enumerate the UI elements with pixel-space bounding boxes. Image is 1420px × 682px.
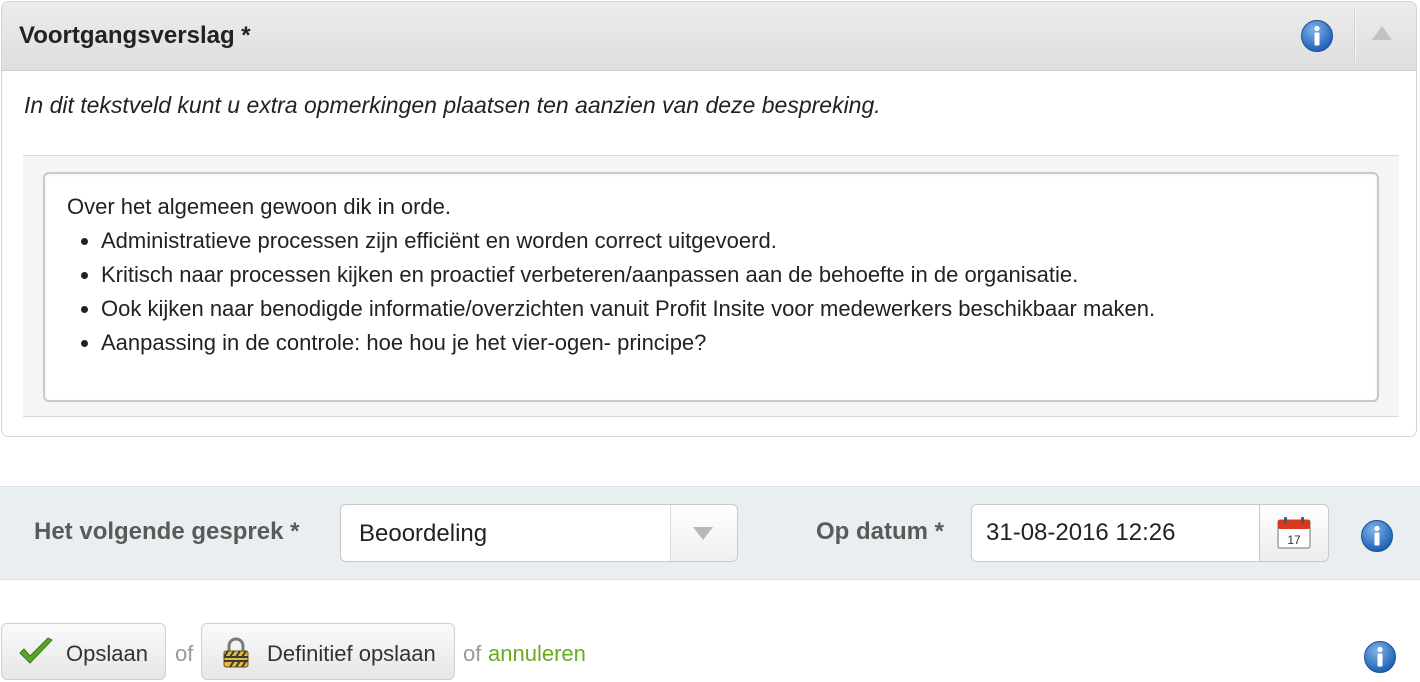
next-conversation-label: Het volgende gesprek * — [34, 518, 300, 545]
calendar-icon: 17 — [1277, 517, 1311, 549]
info-icon[interactable] — [1300, 19, 1334, 53]
editor-bullet: Administratieve processen zijn efficiënt… — [101, 228, 1355, 254]
save-button[interactable]: Opslaan — [1, 623, 166, 680]
cancel-link[interactable]: annuleren — [488, 641, 586, 667]
panel-description: In dit tekstveld kunt u extra opmerkinge… — [24, 92, 881, 118]
info-icon[interactable] — [1360, 519, 1394, 553]
panel-header: Voortgangsverslag * — [2, 2, 1416, 71]
next-conversation-select[interactable]: Beoordeling — [340, 504, 738, 562]
date-input[interactable] — [971, 504, 1259, 562]
editor-wrapper: Over het algemeen gewoon dik in orde. Ad… — [23, 155, 1399, 417]
checkmark-icon — [18, 637, 54, 673]
or-text: of — [175, 641, 194, 666]
header-divider — [1354, 10, 1355, 62]
save-label: Opslaan — [66, 641, 148, 666]
editor-bullet-list: Administratieve processen zijn efficiënt… — [67, 228, 1355, 356]
editor-bullet: Aanpassing in de controle: hoe hou je he… — [101, 330, 1355, 356]
select-value: Beoordeling — [359, 520, 488, 547]
dropdown-button[interactable] — [670, 505, 737, 561]
panel-title: Voortgangsverslag * — [19, 22, 251, 49]
or-text: of — [463, 641, 482, 666]
progress-report-panel: Voortgangsverslag * In dit tekstveld kun… — [1, 1, 1417, 437]
info-icon[interactable] — [1363, 640, 1397, 674]
editor-intro: Over het algemeen gewoon dik in orde. — [67, 194, 452, 219]
final-save-label: Definitief opslaan — [267, 641, 436, 666]
calendar-day: 17 — [1287, 533, 1301, 547]
collapse-up-icon[interactable] — [1372, 26, 1392, 40]
final-save-button[interactable]: Definitief opslaan — [201, 623, 455, 680]
chevron-down-icon — [693, 527, 713, 540]
calendar-button[interactable]: 17 — [1259, 504, 1329, 562]
editor-bullet: Kritisch naar processen kijken en proact… — [101, 262, 1355, 288]
editor-bullet: Ook kijken naar benodigde informatie/ove… — [101, 296, 1355, 322]
lock-icon — [220, 637, 252, 675]
progress-report-editor[interactable]: Over het algemeen gewoon dik in orde. Ad… — [43, 172, 1379, 402]
date-label: Op datum * — [816, 518, 945, 545]
next-conversation-bar: Het volgende gesprek * Beoordeling Op da… — [0, 486, 1420, 580]
